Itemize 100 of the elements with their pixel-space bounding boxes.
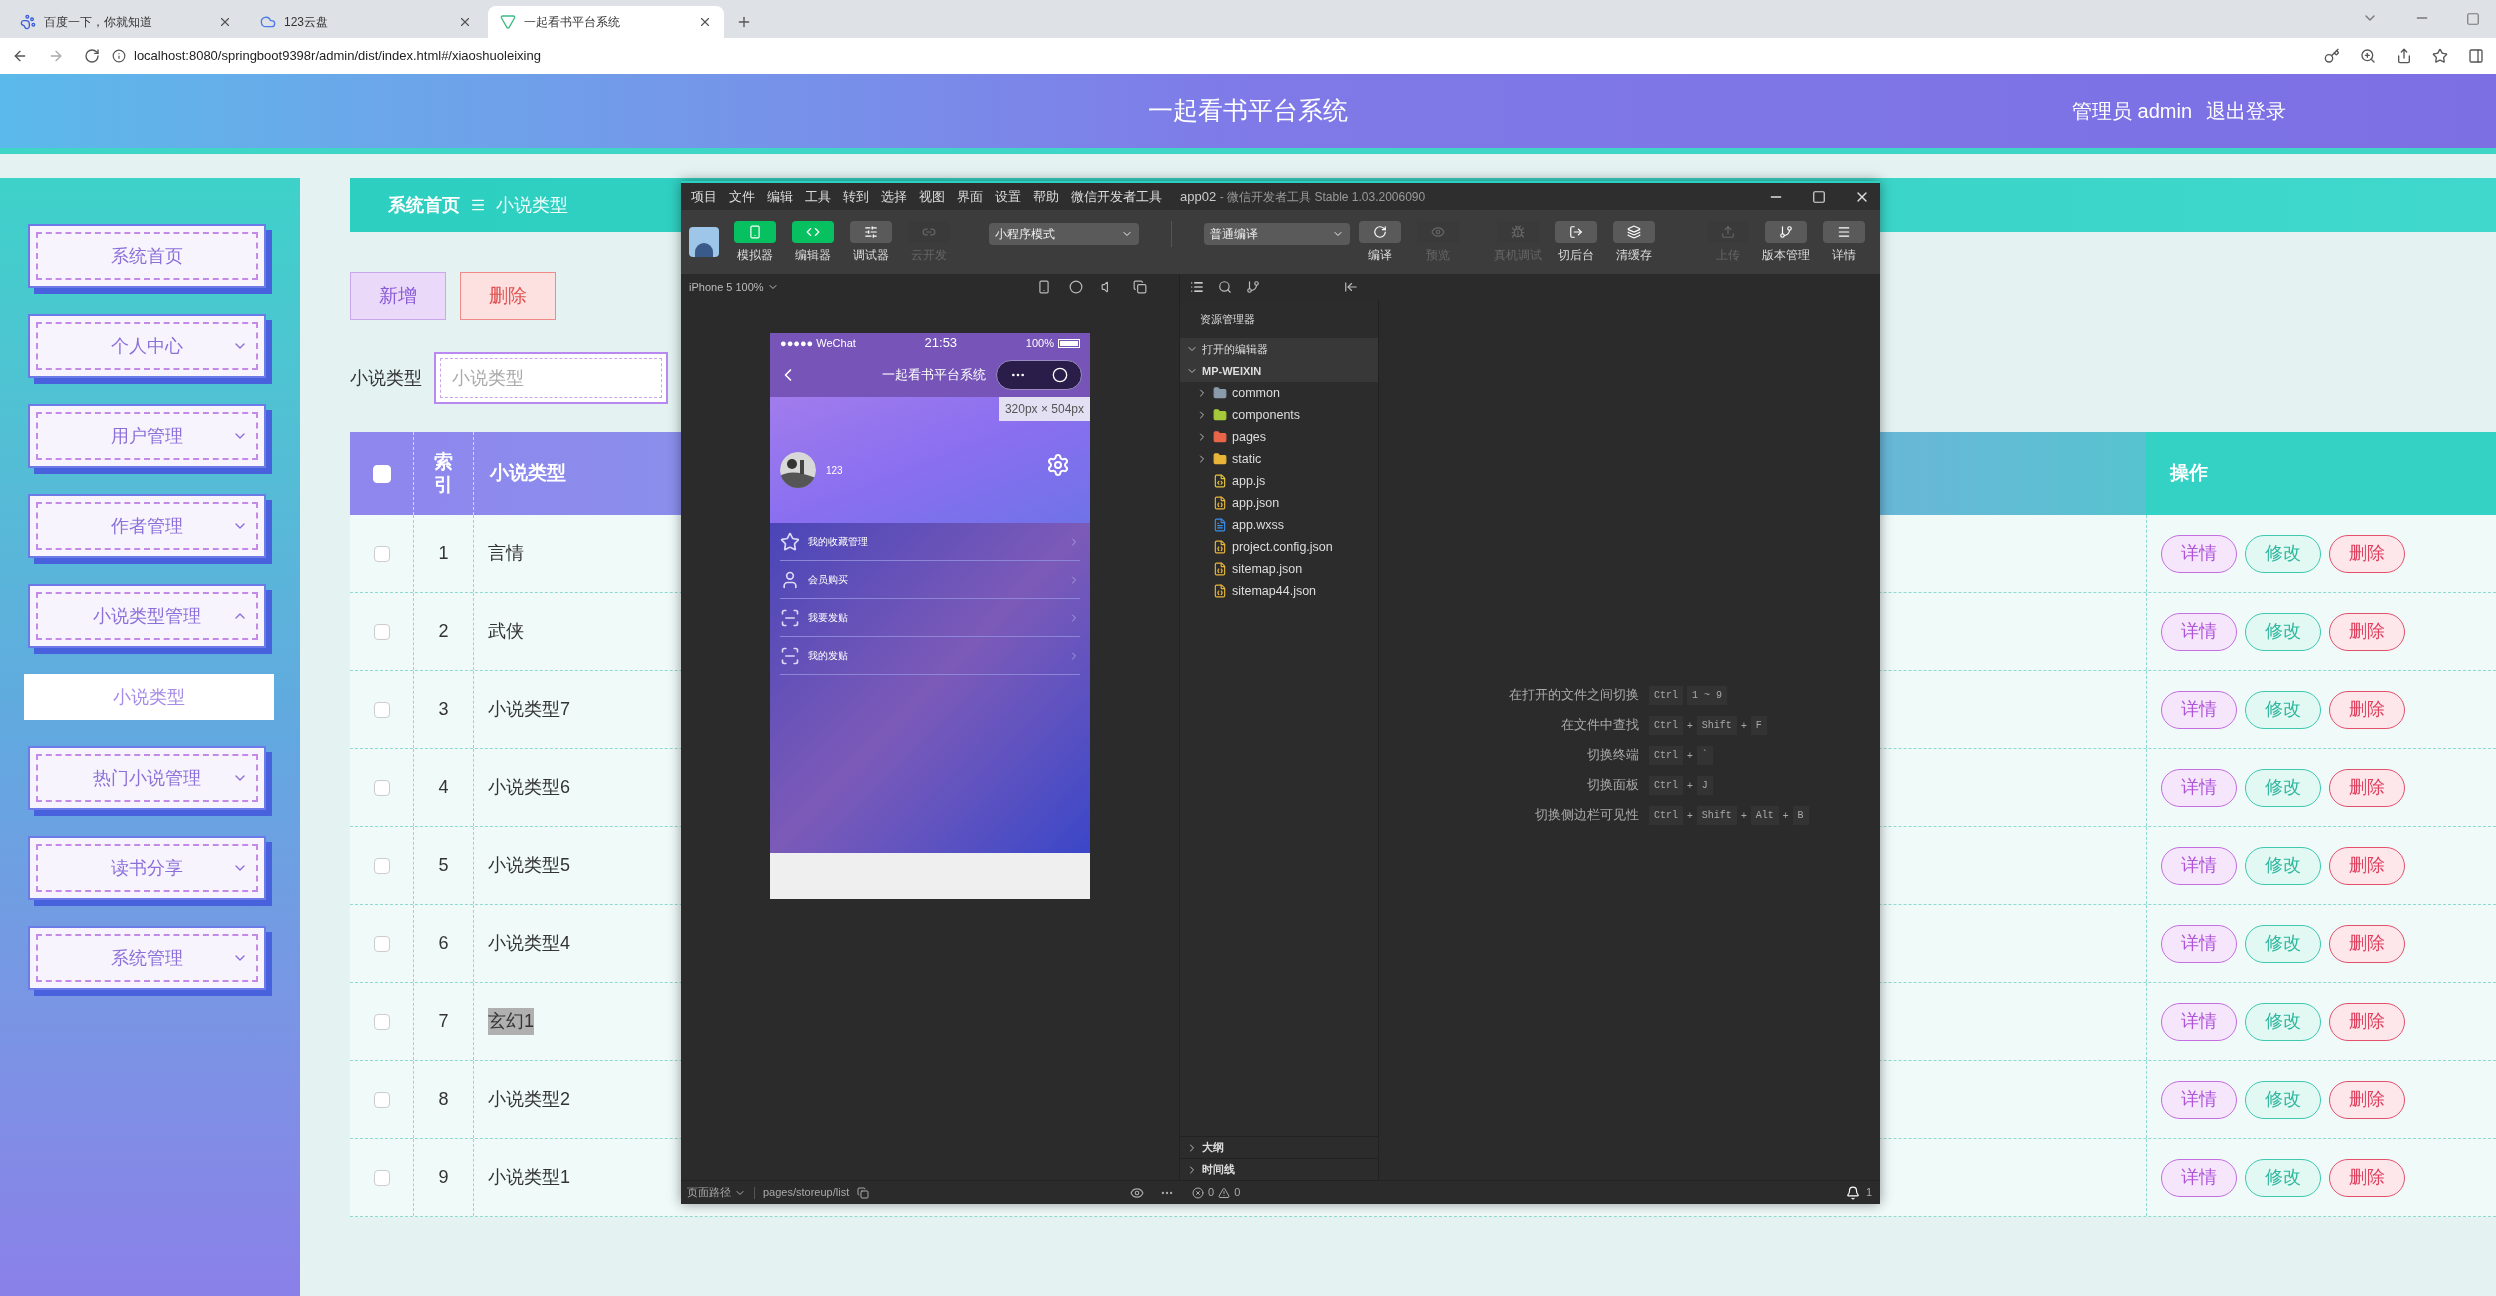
file-tree-item[interactable]: sitemap44.json [1180, 580, 1378, 602]
record-icon[interactable] [1069, 280, 1083, 294]
page-path-label[interactable]: 页面路径 [687, 1184, 746, 1201]
settings-icon[interactable] [1046, 453, 1070, 477]
file-tree-item[interactable]: app.js [1180, 470, 1378, 492]
row-action-button[interactable]: 详情 [2161, 768, 2237, 807]
phone-menu-item[interactable]: 我要发贴 [780, 599, 1080, 637]
row-action-button[interactable]: 删除 [2329, 846, 2405, 885]
toolbar-button[interactable] [1823, 220, 1865, 243]
phone-icon[interactable] [1037, 280, 1051, 294]
compile-dropdown[interactable]: 普通编译 [1204, 223, 1350, 245]
search-field[interactable]: 小说类型 [434, 352, 668, 404]
browser-tab[interactable]: 百度一下，你就知道 [8, 6, 244, 38]
row-action-button[interactable]: 修改 [2245, 924, 2321, 963]
section-title[interactable]: 时间线 [1202, 1161, 1235, 1178]
menu-item[interactable]: 项目 [691, 186, 717, 207]
row-action-button[interactable]: 详情 [2161, 1080, 2237, 1119]
row-action-button[interactable]: 详情 [2161, 612, 2237, 651]
checkbox[interactable] [373, 701, 390, 718]
file-tree-item[interactable]: project.config.json [1180, 536, 1378, 558]
phone-menu-item[interactable]: 我的发贴 [780, 637, 1080, 675]
menu-item[interactable]: 微信开发者工具 [1071, 186, 1162, 207]
copy-icon[interactable] [857, 1186, 870, 1199]
key-icon[interactable] [2324, 48, 2340, 64]
toolbar-button[interactable] [1555, 220, 1597, 243]
row-action-button[interactable]: 删除 [2329, 1002, 2405, 1041]
row-action-button[interactable]: 删除 [2329, 924, 2405, 963]
avatar-icon[interactable] [689, 227, 719, 257]
file-tree-item[interactable]: common [1180, 382, 1378, 404]
checkbox[interactable] [373, 545, 390, 562]
checkbox[interactable] [373, 1091, 390, 1108]
bell-icon[interactable] [1845, 1185, 1860, 1200]
back-icon[interactable] [12, 48, 28, 64]
row-action-button[interactable]: 删除 [2329, 768, 2405, 807]
windows-icon[interactable] [1133, 280, 1147, 294]
menu-item[interactable]: 文件 [729, 186, 755, 207]
menu-item[interactable]: 选择 [881, 186, 907, 207]
row-action-button[interactable]: 详情 [2161, 846, 2237, 885]
checkbox[interactable] [373, 1013, 390, 1030]
toolbar-button[interactable] [1765, 220, 1807, 243]
file-tree-item[interactable]: app.json [1180, 492, 1378, 514]
toolbar-button[interactable] [734, 220, 776, 243]
file-tree-item[interactable]: pages [1180, 426, 1378, 448]
checkbox[interactable] [373, 779, 390, 796]
search-icon[interactable] [1218, 280, 1232, 294]
phone-menu-item[interactable]: 会员购买 [780, 561, 1080, 599]
zoom-icon[interactable] [2360, 48, 2376, 64]
branch-icon[interactable] [1246, 280, 1260, 294]
file-tree-item[interactable]: static [1180, 448, 1378, 470]
section-title[interactable]: 大纲 [1202, 1139, 1224, 1156]
share-icon[interactable] [2396, 48, 2412, 64]
file-tree-item[interactable]: sitemap.json [1180, 558, 1378, 580]
file-tree-item[interactable]: components [1180, 404, 1378, 426]
mode-dropdown[interactable]: 小程序模式 [989, 223, 1139, 245]
capsule-button[interactable] [996, 360, 1082, 390]
menu-item[interactable]: 工具 [805, 186, 831, 207]
row-action-button[interactable]: 修改 [2245, 1002, 2321, 1041]
new-tab-icon[interactable] [736, 14, 752, 30]
row-action-button[interactable]: 详情 [2161, 1158, 2237, 1197]
info-icon[interactable] [112, 49, 126, 63]
action-button[interactable]: 删除 [460, 272, 556, 320]
checkbox[interactable] [373, 623, 390, 640]
toolbar-button[interactable] [1359, 220, 1401, 243]
menu-item[interactable]: 视图 [919, 186, 945, 207]
file-tree-item[interactable]: app.wxss [1180, 514, 1378, 536]
row-action-button[interactable]: 删除 [2329, 1158, 2405, 1197]
browser-tab[interactable]: 一起看书平台系统 [488, 6, 724, 38]
menu-item[interactable]: 转到 [843, 186, 869, 207]
bookmark-icon[interactable] [2432, 48, 2448, 64]
menu-item[interactable]: 编辑 [767, 186, 793, 207]
logout-link[interactable]: 退出登录 [2206, 96, 2286, 126]
row-action-button[interactable]: 修改 [2245, 690, 2321, 729]
row-action-button[interactable]: 修改 [2245, 1080, 2321, 1119]
row-action-button[interactable]: 删除 [2329, 1080, 2405, 1119]
row-action-button[interactable]: 修改 [2245, 612, 2321, 651]
toolbar-button[interactable] [792, 220, 834, 243]
row-action-button[interactable]: 修改 [2245, 768, 2321, 807]
checkbox[interactable] [373, 935, 390, 952]
browser-tab[interactable]: 123云盘 [248, 6, 484, 38]
close-icon[interactable] [458, 15, 472, 29]
row-action-button[interactable]: 修改 [2245, 534, 2321, 573]
eye-icon[interactable] [1130, 1185, 1144, 1200]
row-action-button[interactable]: 详情 [2161, 534, 2237, 573]
row-action-button[interactable]: 删除 [2329, 534, 2405, 573]
checkbox[interactable] [373, 1169, 390, 1186]
list-icon[interactable] [1190, 280, 1204, 294]
row-action-button[interactable]: 删除 [2329, 612, 2405, 651]
checkbox[interactable] [373, 857, 390, 874]
row-action-button[interactable]: 修改 [2245, 1158, 2321, 1197]
phone-menu-item[interactable]: 我的收藏管理 [780, 523, 1080, 561]
close-icon[interactable] [218, 15, 232, 29]
row-action-button[interactable]: 修改 [2245, 846, 2321, 885]
row-action-button[interactable]: 删除 [2329, 690, 2405, 729]
close-icon[interactable] [698, 15, 712, 29]
sidebar-submenu-item[interactable]: 小说类型 [24, 674, 274, 720]
breadcrumb-link[interactable]: 系统首页 [388, 191, 460, 219]
row-action-button[interactable]: 详情 [2161, 1002, 2237, 1041]
row-action-button[interactable]: 详情 [2161, 690, 2237, 729]
device-selector[interactable]: iPhone 5 100% [689, 278, 849, 296]
reload-icon[interactable] [84, 48, 100, 64]
